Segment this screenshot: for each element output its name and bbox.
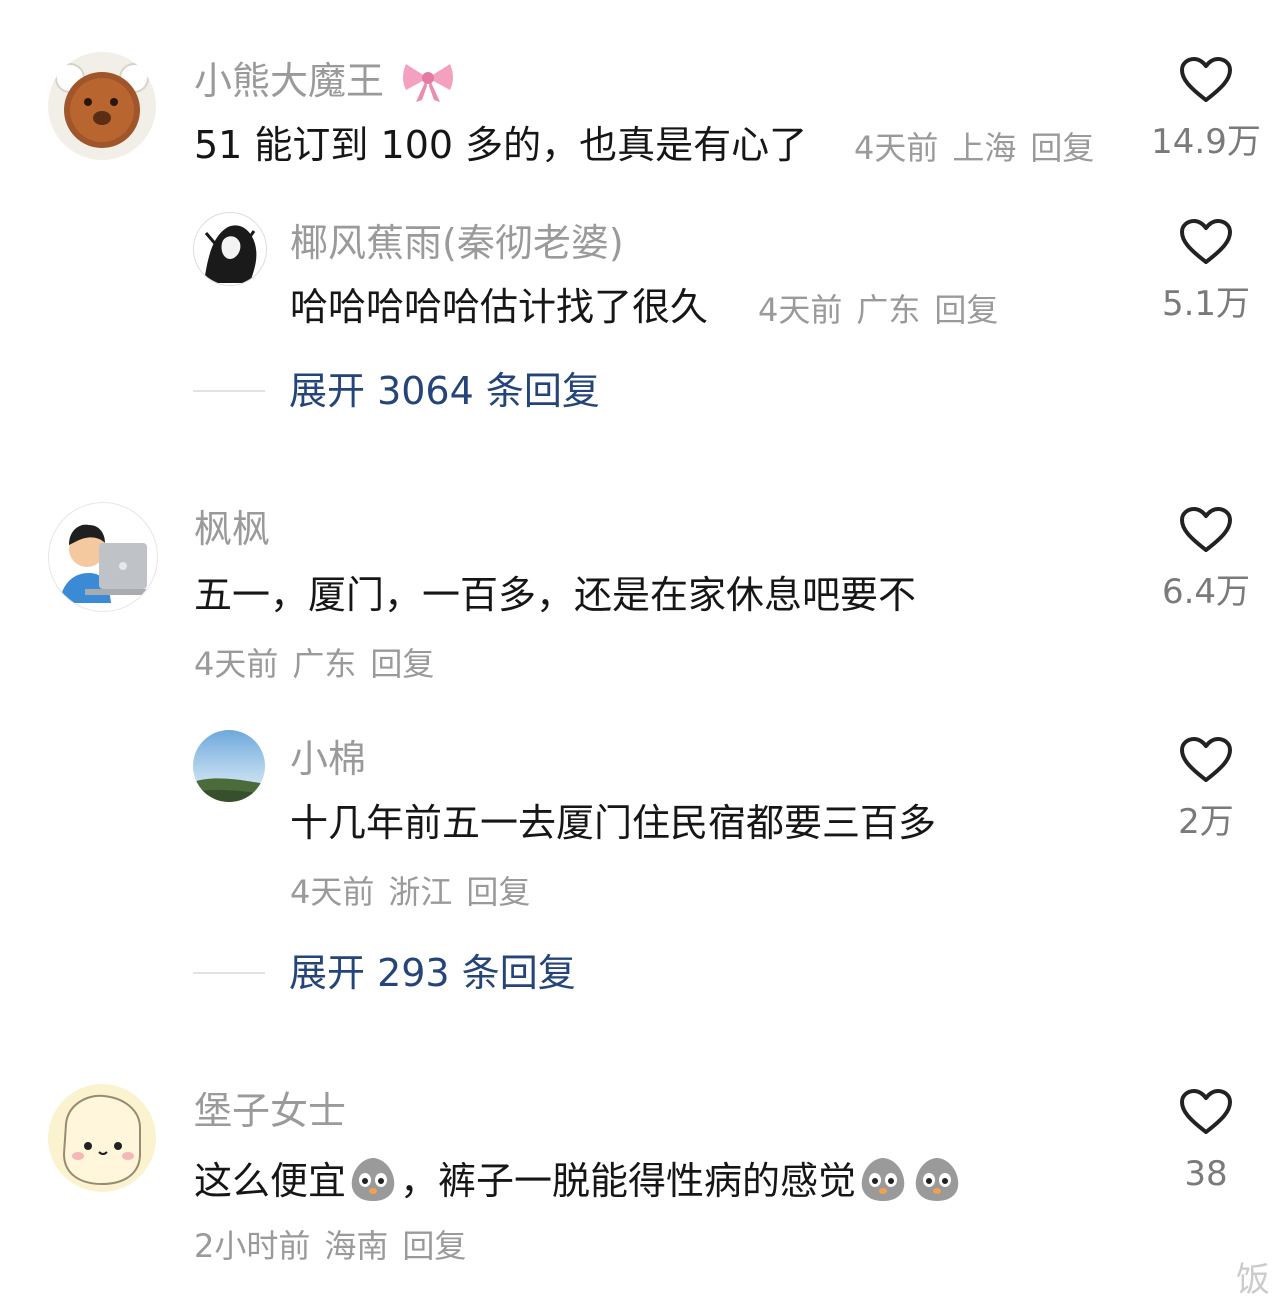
comment-meta: 4天前 广东 回复 xyxy=(194,644,448,684)
comment-time: 2小时前 xyxy=(194,1227,311,1265)
comment-text-part: 这么便宜 xyxy=(194,1159,347,1203)
comment-time: 4天前 xyxy=(854,129,939,167)
comment-author[interactable]: 枫枫 xyxy=(194,506,270,552)
heart-outline-icon xyxy=(1180,1089,1232,1134)
reply-button[interactable]: 回复 xyxy=(466,873,530,911)
reply-button[interactable]: 回复 xyxy=(370,645,434,683)
expand-replies-label: 展开 293 条回复 xyxy=(289,951,576,995)
comment-meta: 4天前 上海 回复 xyxy=(854,128,1108,168)
reply-location: 广东 xyxy=(856,291,921,329)
reply-text: 十几年前五一去厦门住民宿都要三百多 xyxy=(290,801,937,845)
divider xyxy=(193,972,265,974)
like-button[interactable]: 2万 xyxy=(1136,736,1276,842)
comment-text: 五一，厦门，一百多，还是在家休息吧要不 xyxy=(194,573,917,617)
heart-outline-icon xyxy=(1180,737,1232,782)
divider xyxy=(193,390,265,392)
like-count: 2万 xyxy=(1178,802,1234,842)
expand-replies-button[interactable]: 展开 3064 条回复 xyxy=(193,368,600,414)
reply-author[interactable]: 小棉 xyxy=(290,736,366,782)
heart-outline-icon xyxy=(1180,507,1232,552)
like-count: 6.4万 xyxy=(1161,572,1251,612)
like-button[interactable]: 14.9万 xyxy=(1136,56,1276,162)
watermark: 饭 xyxy=(1236,1260,1270,1300)
avatar-yefengjiaoyu[interactable] xyxy=(193,212,267,286)
reply-text: 哈哈哈哈哈估计找了很久 xyxy=(290,285,709,329)
heart-outline-icon xyxy=(1180,57,1232,102)
expand-replies-label: 展开 3064 条回复 xyxy=(289,369,600,413)
reply-time: 4天前 xyxy=(758,291,843,329)
comment-location: 海南 xyxy=(324,1227,389,1265)
reply-button[interactable]: 回复 xyxy=(934,291,998,329)
pink-bow-emoji-icon xyxy=(403,64,454,102)
reply-meta: 4天前 广东 回复 xyxy=(758,290,1012,330)
comment-text: 这么便宜 ，裤子一脱能得性病的感觉 xyxy=(194,1154,964,1204)
comment-author[interactable]: 小熊大魔王 xyxy=(194,56,456,104)
like-button[interactable]: 5.1万 xyxy=(1136,218,1276,324)
crying-face-emoji-icon xyxy=(351,1158,395,1201)
comment-location: 上海 xyxy=(952,129,1017,167)
like-button[interactable]: 6.4万 xyxy=(1136,506,1276,612)
reply-meta: 4天前 浙江 回复 xyxy=(290,872,544,912)
avatar-fengfeng[interactable] xyxy=(48,502,158,612)
comment-text-part: ，裤子一脱能得性病的感觉 xyxy=(400,1159,857,1203)
avatar-xiaoxiong[interactable] xyxy=(48,52,156,160)
crying-face-emoji-icon xyxy=(915,1158,959,1201)
like-count: 14.9万 xyxy=(1151,122,1261,162)
avatar-xiaomian[interactable] xyxy=(193,730,265,802)
reply-button[interactable]: 回复 xyxy=(402,1227,466,1265)
comment-text: 51 能订到 100 多的，也真是有心了 xyxy=(194,123,808,167)
comment-location: 广东 xyxy=(292,645,357,683)
reply-author[interactable]: 椰风蕉雨(秦彻老婆) xyxy=(290,220,624,266)
like-button[interactable]: 38 xyxy=(1136,1088,1276,1194)
comment-author[interactable]: 堡子女士 xyxy=(194,1088,346,1134)
reply-time: 4天前 xyxy=(290,873,375,911)
heart-outline-icon xyxy=(1180,219,1232,264)
avatar-baozinvshi[interactable] xyxy=(48,1084,156,1192)
reply-location: 浙江 xyxy=(388,873,453,911)
comment-time: 4天前 xyxy=(194,645,279,683)
crying-face-emoji-icon xyxy=(861,1158,905,1201)
comment-meta: 2小时前 海南 回复 xyxy=(194,1226,480,1266)
expand-replies-button[interactable]: 展开 293 条回复 xyxy=(193,950,576,996)
like-count: 5.1万 xyxy=(1161,284,1251,324)
like-count: 38 xyxy=(1184,1154,1228,1194)
reply-button[interactable]: 回复 xyxy=(1030,129,1094,167)
